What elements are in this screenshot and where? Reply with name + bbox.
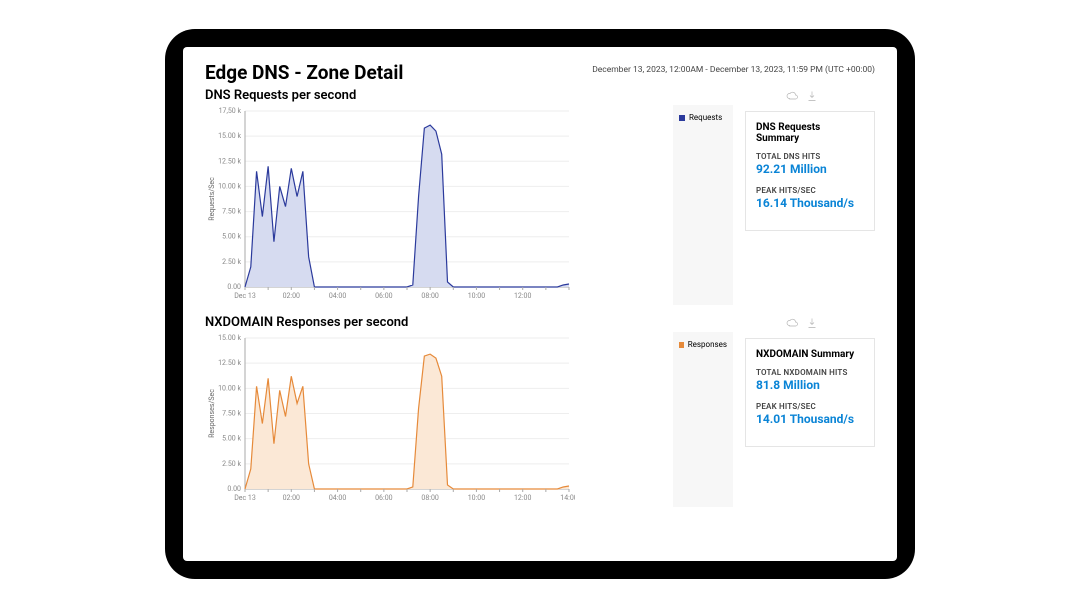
svg-text:0.00: 0.00 (227, 283, 241, 291)
legend-swatch (679, 342, 684, 348)
tablet-frame: Edge DNS - Zone Detail December 13, 2023… (165, 29, 915, 579)
download-icon[interactable] (805, 316, 819, 330)
svg-text:0.00: 0.00 (227, 485, 241, 493)
svg-text:04:00: 04:00 (329, 494, 346, 502)
svg-text:02:00: 02:00 (283, 494, 300, 502)
svg-text:15.00 k: 15.00 k (218, 334, 241, 342)
svg-text:06:00: 06:00 (375, 292, 392, 300)
svg-text:17,50 k: 17,50 k (219, 107, 242, 115)
chart-area: 0.00 2.50 k 5.00 k 7.50 k 10.00 k 12.50 k 15.0… (205, 105, 661, 305)
svg-text:10.00 k: 10.00 k (218, 182, 241, 190)
svg-text:02:00: 02:00 (283, 292, 300, 300)
chart-plot: 0.00 2.50 k 5.00 k 7.50 k 10.00 k 12.50 k 15.0… (205, 105, 575, 305)
svg-text:5.00 k: 5.00 k (222, 435, 241, 443)
summary-card: NXDOMAIN Summary TOTAL NXDOMAIN HITS 81.… (745, 338, 875, 447)
svg-text:15.00 k: 15.00 k (218, 132, 241, 140)
legend-swatch (679, 115, 685, 121)
svg-text:12.50 k: 12.50 k (218, 359, 241, 367)
chart-plot: 0.00 2.50 k 5.00 k 7.50 k 10.00 k 12.50 k 15.0… (205, 332, 575, 507)
cloud-icon[interactable] (785, 316, 799, 330)
svg-text:Dec 13: Dec 13 (234, 292, 256, 300)
chart-legend: Requests (673, 105, 733, 305)
svg-text:12:00: 12:00 (514, 494, 531, 502)
chart-area: 0.00 2.50 k 5.00 k 7.50 k 10.00 k 12.50 k 15.0… (205, 332, 661, 507)
summary-value: 16.14 Thousand/s (756, 196, 864, 210)
summary-label: PEAK HITS/SEC (756, 402, 864, 411)
svg-text:08:00: 08:00 (421, 494, 438, 502)
svg-text:04:00: 04:00 (329, 292, 346, 300)
svg-text:5.00 k: 5.00 k (222, 233, 241, 241)
svg-text:08:00: 08:00 (421, 292, 438, 300)
summary-value: 14.01 Thousand/s (756, 412, 864, 426)
svg-text:2.50 k: 2.50 k (222, 460, 241, 468)
svg-text:06:00: 06:00 (375, 494, 392, 502)
chart-legend: Responses (673, 332, 733, 507)
legend-label: Requests (689, 113, 722, 122)
summary-label: TOTAL NXDOMAIN HITS (756, 368, 864, 377)
svg-text:Responses/Sec: Responses/Sec (208, 389, 216, 438)
screen: Edge DNS - Zone Detail December 13, 2023… (183, 47, 897, 561)
summary-title: NXDOMAIN Summary (756, 349, 864, 360)
svg-text:7.50 k: 7.50 k (222, 208, 241, 216)
svg-text:10:00: 10:00 (468, 292, 485, 300)
svg-text:7.50 k: 7.50 k (222, 410, 241, 418)
chart-panel: DNS Requests per second 0.00 2.50 k 5.00 k… (205, 88, 875, 305)
svg-text:Requests/Sec: Requests/Sec (208, 177, 216, 221)
svg-text:10:00: 10:00 (468, 494, 485, 502)
svg-text:2.50 k: 2.50 k (222, 258, 241, 266)
summary-label: TOTAL DNS HITS (756, 152, 864, 161)
summary-value: 92.21 Million (756, 162, 864, 176)
date-range: December 13, 2023, 12:00AM - December 13… (592, 65, 875, 75)
summary-label: PEAK HITS/SEC (756, 186, 864, 195)
svg-text:12:00: 12:00 (514, 292, 531, 300)
download-icon[interactable] (805, 89, 819, 103)
chart-title: NXDOMAIN Responses per second (205, 315, 408, 330)
svg-text:14:00: 14:00 (560, 494, 575, 502)
chart-title: DNS Requests per second (205, 88, 356, 103)
page-title: Edge DNS - Zone Detail (205, 61, 403, 84)
svg-text:12.50 k: 12.50 k (218, 157, 241, 165)
chart-panel: NXDOMAIN Responses per second 0.00 2.50 k… (205, 315, 875, 507)
legend-label: Responses (688, 340, 727, 349)
svg-text:Dec 13: Dec 13 (234, 494, 256, 502)
summary-value: 81.8 Million (756, 378, 864, 392)
summary-card: DNS Requests Summary TOTAL DNS HITS 92.2… (745, 111, 875, 231)
svg-text:10.00 k: 10.00 k (218, 384, 241, 392)
cloud-icon[interactable] (785, 89, 799, 103)
summary-title: DNS Requests Summary (756, 122, 864, 144)
